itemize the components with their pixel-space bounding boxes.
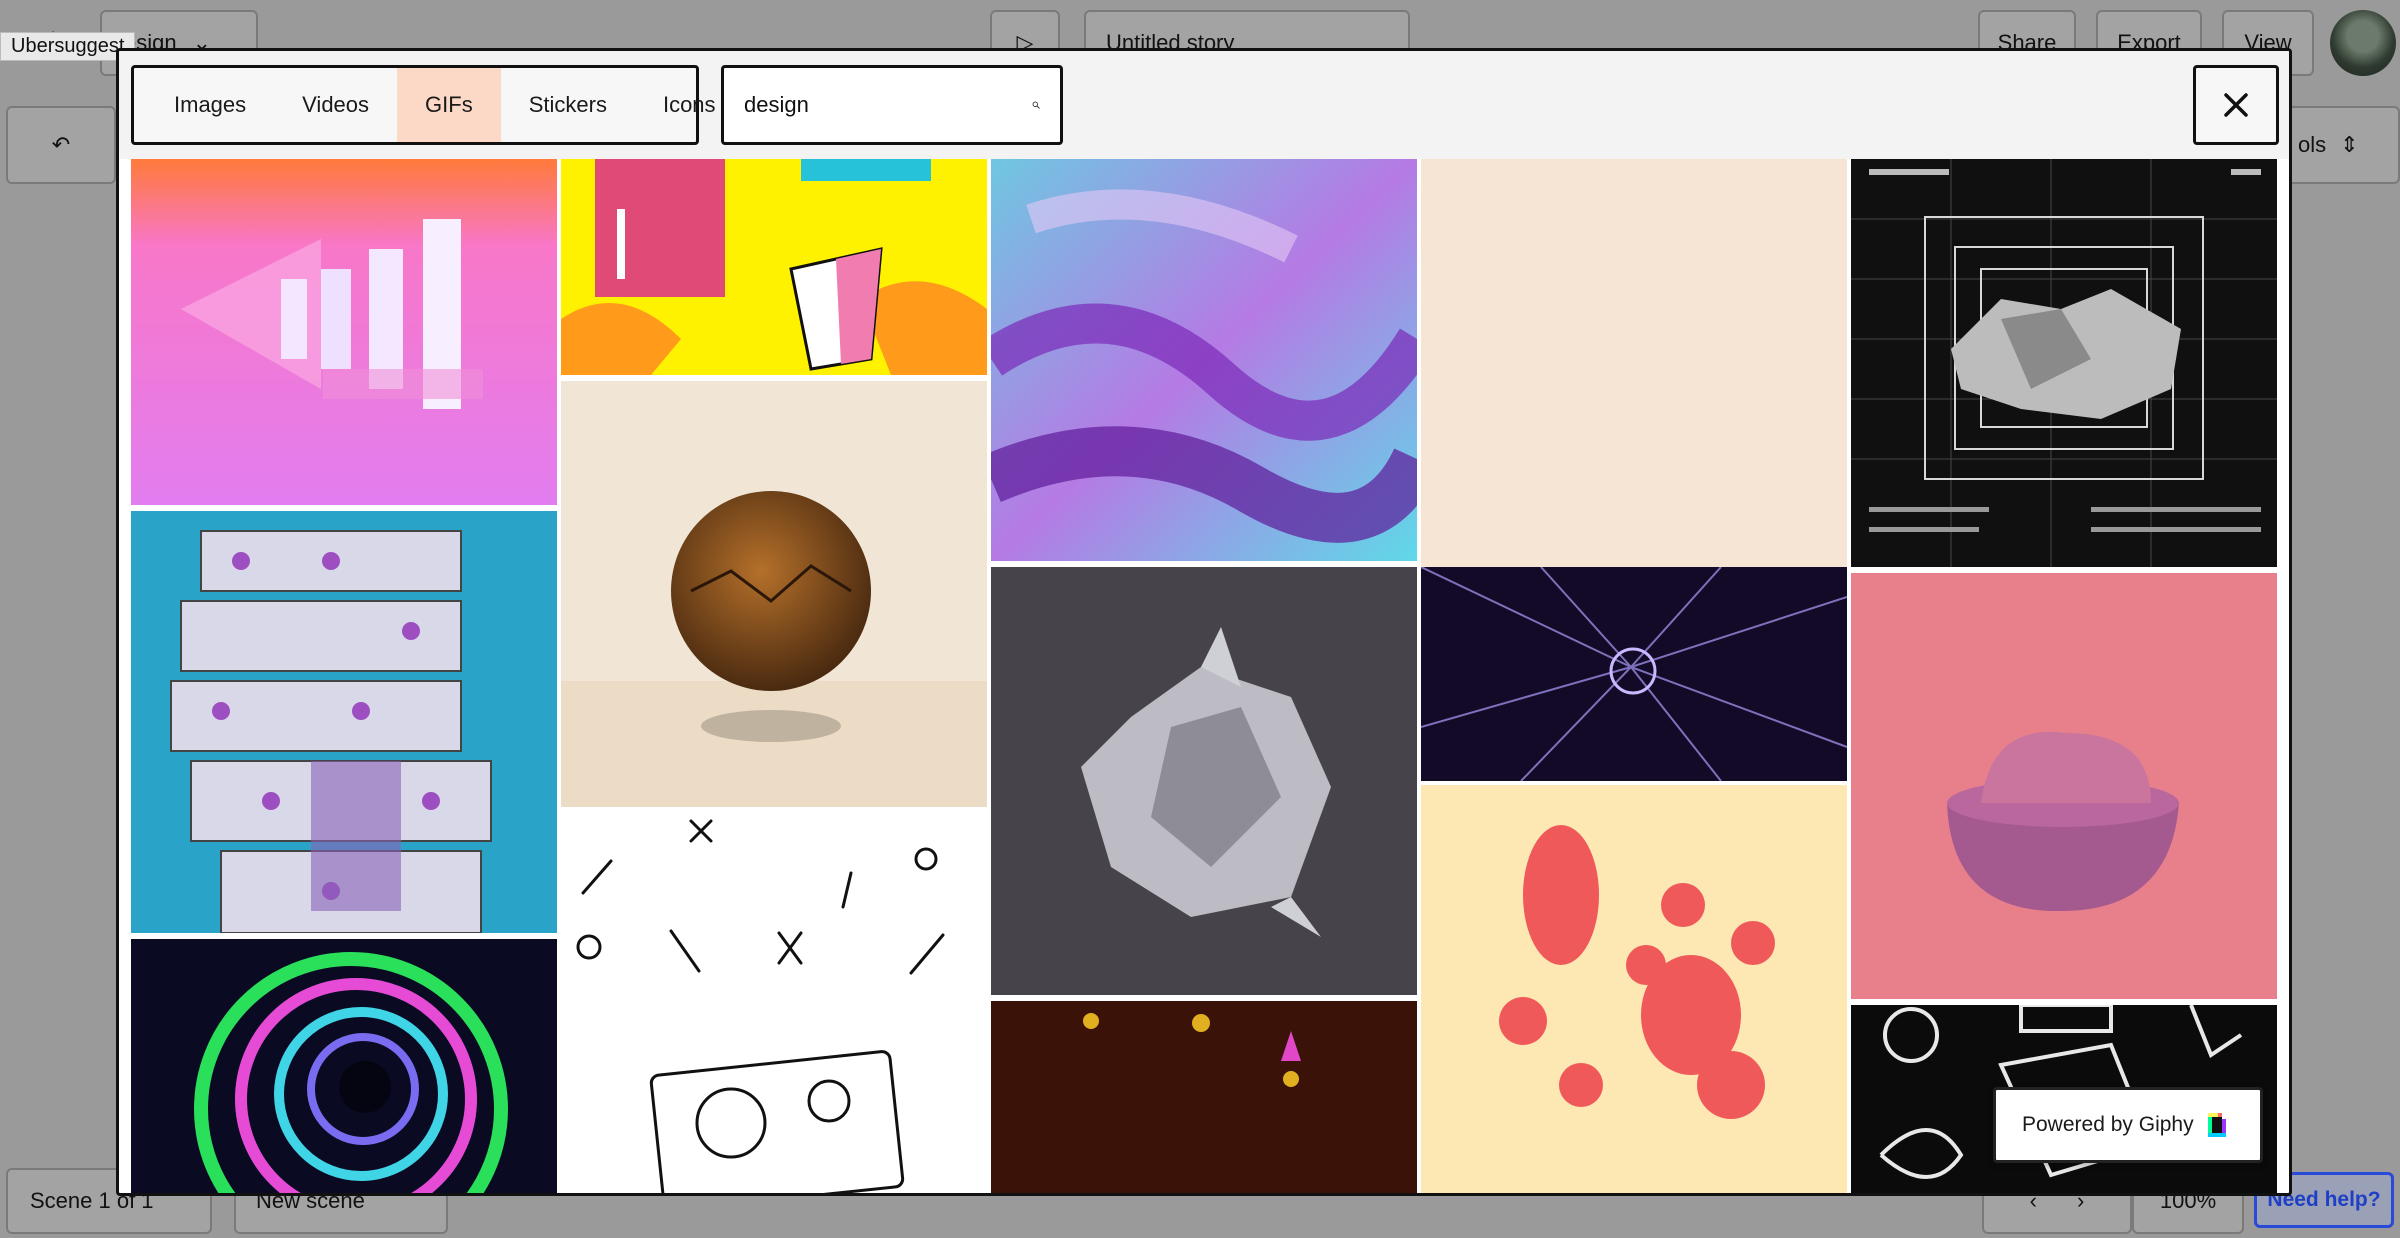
gif-tile[interactable]	[1851, 573, 2277, 999]
chevron-updown-icon: ⇕	[2340, 132, 2359, 157]
gif-tile[interactable]	[1421, 159, 1847, 567]
modal-header: Images Videos GIFs Stickers Icons	[119, 51, 2289, 159]
gif-tile[interactable]	[131, 159, 557, 505]
gif-image	[1851, 573, 2277, 999]
tools-dropdown[interactable]: ols ⇕	[2276, 106, 2400, 184]
powered-by-giphy: Powered by Giphy	[1993, 1087, 2263, 1163]
gif-tile[interactable]	[1421, 785, 1847, 1193]
close-icon	[2224, 93, 2248, 117]
tools-label: ols	[2298, 132, 2327, 157]
gif-tile[interactable]	[561, 159, 987, 375]
undo-icon: ↶	[51, 132, 71, 157]
tab-label: Stickers	[528, 92, 607, 117]
tab-label: GIFs	[425, 92, 473, 117]
gif-image	[1851, 159, 2277, 567]
tab-images[interactable]: Images	[146, 68, 274, 142]
giphy-logo-icon	[2207, 1113, 2226, 1137]
gif-image	[131, 511, 557, 933]
search-icon[interactable]	[1032, 89, 1040, 121]
close-button[interactable]	[2193, 65, 2279, 145]
gif-image	[991, 567, 1417, 995]
undo-button[interactable]: ↶	[6, 106, 116, 184]
gif-tile[interactable]	[561, 813, 987, 1193]
powered-by-label: Powered by Giphy	[2022, 1113, 2194, 1136]
gif-image	[1421, 567, 1847, 781]
tab-gifs[interactable]: GIFs	[397, 68, 501, 142]
gif-tile[interactable]	[991, 1001, 1417, 1193]
gif-tile[interactable]	[131, 511, 557, 933]
gif-image	[991, 1001, 1417, 1193]
media-picker-modal: Images Videos GIFs Stickers Icons design…	[116, 48, 2292, 1196]
tab-label: Images	[174, 92, 247, 117]
search-box	[721, 65, 1063, 145]
tab-label: Videos	[302, 92, 370, 117]
gif-tile[interactable]	[1851, 159, 2277, 567]
gif-image	[561, 159, 987, 375]
gif-tile[interactable]	[561, 381, 987, 807]
gif-image	[131, 159, 557, 505]
gif-tile[interactable]	[1421, 567, 1847, 781]
gif-image	[1421, 785, 1847, 1193]
tab-stickers[interactable]: Stickers	[501, 68, 635, 142]
gif-results-grid	[131, 159, 2281, 1193]
gif-tile[interactable]	[991, 567, 1417, 995]
gif-image	[991, 159, 1417, 561]
gif-tile[interactable]	[991, 159, 1417, 561]
gif-tile[interactable]	[131, 939, 557, 1193]
tab-label: Icons	[662, 92, 716, 117]
gif-image	[561, 813, 987, 1193]
gif-image	[561, 381, 987, 807]
gif-image	[1421, 159, 1847, 567]
gif-image	[131, 939, 557, 1193]
user-avatar[interactable]	[2330, 10, 2396, 76]
tab-videos[interactable]: Videos	[274, 68, 397, 142]
media-type-tabs: Images Videos GIFs Stickers Icons	[131, 65, 716, 145]
search-input[interactable]	[744, 92, 1032, 118]
